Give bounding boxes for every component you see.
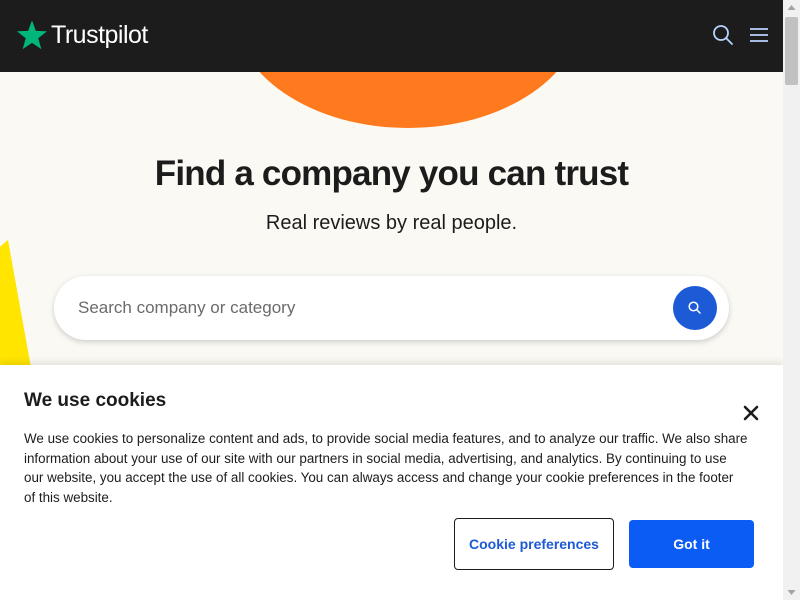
cookie-banner-title: We use cookies [24,390,167,411]
got-it-button[interactable]: Got it [629,520,754,568]
cookie-banner: We use cookies We use cookies to persona… [0,365,783,600]
cookie-banner-text: We use cookies to personalize content an… [24,431,748,505]
search-button[interactable] [673,286,717,330]
cookie-preferences-button[interactable]: Cookie preferences [454,518,614,570]
search-icon[interactable] [712,24,734,46]
scroll-up-arrow-icon[interactable] [783,0,800,17]
top-navigation: Trustpilot [0,0,783,72]
search-icon [688,301,701,314]
scroll-down-arrow-icon[interactable] [783,583,800,600]
star-icon [16,20,48,50]
search-input[interactable] [78,276,658,340]
hero-title: Find a company you can trust [154,154,629,193]
hero-subtitle: Real reviews by real people. [265,212,518,234]
hamburger-menu-icon[interactable] [748,24,770,46]
close-icon[interactable] [740,402,762,424]
logo-text: Trustpilot [51,20,148,49]
page: Trustpilot Find a company you can trust … [0,0,783,600]
company-search-bar [54,276,729,340]
vertical-scrollbar[interactable] [783,0,800,600]
trustpilot-logo[interactable]: Trustpilot [16,18,148,52]
scrollbar-thumb[interactable] [785,17,798,85]
